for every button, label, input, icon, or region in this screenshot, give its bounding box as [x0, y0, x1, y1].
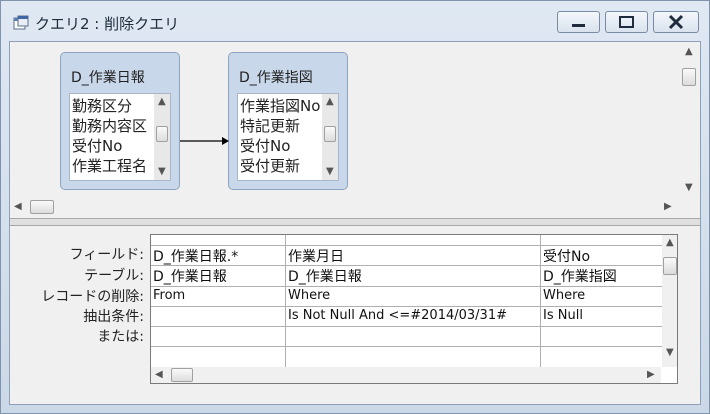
query-icon: [13, 15, 29, 30]
scroll-thumb[interactable]: [682, 68, 696, 86]
row-label-criteria: 抽出条件:: [83, 309, 144, 325]
field-item[interactable]: 勤務内容区: [72, 116, 147, 136]
table-design-pane: D_作業日報 勤務区分 勤務内容区 受付No 作業工程名 ▲ ▼ D_作業指図 …: [10, 42, 700, 218]
grid-cell-criteria[interactable]: Is Not Null And <=#2014/03/31#: [288, 308, 538, 323]
grid-cell-delete[interactable]: From: [153, 288, 283, 303]
table-name: D_作業日報: [71, 70, 145, 86]
grid-horizontal-scrollbar[interactable]: ◀ ▶: [151, 367, 661, 383]
scroll-down-icon[interactable]: ▼: [326, 166, 334, 177]
window-title: クエリ2 : 削除クエリ: [35, 15, 180, 33]
scroll-down-icon[interactable]: ▼: [158, 166, 166, 177]
scroll-thumb[interactable]: [663, 257, 677, 275]
grid-line: [285, 235, 286, 367]
scroll-thumb[interactable]: [156, 126, 168, 142]
row-label-table: テーブル:: [84, 268, 144, 284]
scroll-down-icon[interactable]: ▼: [685, 182, 693, 193]
field-item[interactable]: 受付更新: [240, 156, 300, 176]
minimize-icon: [572, 24, 585, 27]
field-item[interactable]: 作業工程名: [72, 156, 147, 176]
grid-line: [151, 326, 677, 327]
close-icon: [668, 14, 684, 30]
field-list[interactable]: 勤務区分 勤務内容区 受付No 作業工程名 ▲ ▼: [69, 93, 171, 181]
scroll-left-icon[interactable]: ◀: [14, 201, 22, 212]
pane-splitter[interactable]: [10, 218, 700, 226]
field-list-scrollbar[interactable]: ▲ ▼: [154, 94, 170, 180]
field-list-scrollbar[interactable]: ▲ ▼: [322, 94, 338, 180]
query-window: クエリ2 : 削除クエリ D_作業日報 勤務区分 勤務内容区 受付No 作業工程…: [0, 0, 710, 414]
row-label-delete: レコードの削除:: [41, 289, 144, 305]
join-line[interactable]: [180, 136, 230, 146]
scroll-left-icon[interactable]: ◀: [155, 369, 163, 380]
maximize-icon: [619, 16, 634, 28]
scroll-up-icon[interactable]: ▲: [158, 96, 166, 107]
scroll-thumb[interactable]: [324, 126, 336, 142]
scroll-thumb[interactable]: [171, 368, 193, 382]
design-horizontal-scrollbar[interactable]: ◀ ▶: [10, 198, 678, 216]
grid-cell-delete[interactable]: Where: [288, 288, 538, 303]
field-list-d-sagyou-nippou[interactable]: D_作業日報 勤務区分 勤務内容区 受付No 作業工程名 ▲ ▼: [60, 52, 180, 190]
grid-cell-table[interactable]: D_作業日報: [288, 266, 538, 286]
grid-cell-table[interactable]: D_作業日報: [153, 266, 283, 286]
grid-cell-field[interactable]: D_作業日報.*: [153, 246, 283, 266]
grid-cell-delete[interactable]: Where: [543, 288, 661, 303]
scroll-up-icon[interactable]: ▲: [326, 96, 334, 107]
scroll-thumb[interactable]: [30, 200, 54, 214]
grid-vertical-scrollbar[interactable]: ▲ ▼: [662, 235, 677, 367]
row-label-field: フィールド:: [69, 247, 144, 263]
query-designer: D_作業日報 勤務区分 勤務内容区 受付No 作業工程名 ▲ ▼ D_作業指図 …: [9, 41, 701, 405]
grid-cell-field[interactable]: 作業月日: [288, 246, 538, 266]
grid-line: [151, 346, 677, 347]
scroll-up-icon[interactable]: ▲: [666, 237, 674, 248]
grid-cell-field[interactable]: 受付No: [543, 246, 661, 266]
scroll-right-icon[interactable]: ▶: [647, 369, 655, 380]
grid-line: [540, 235, 541, 367]
design-grid: D_作業日報.* 作業月日 受付No D_作業日報 D_作業日報 D_作業指図 …: [150, 234, 678, 384]
scroll-down-icon[interactable]: ▼: [666, 347, 674, 358]
field-list[interactable]: 作業指図No 特記更新 受付No 受付更新 ▲ ▼: [237, 93, 339, 181]
close-button[interactable]: [653, 11, 699, 33]
grid-line: [151, 286, 677, 287]
field-item[interactable]: 作業指図No: [240, 96, 320, 116]
scroll-up-icon[interactable]: ▲: [685, 46, 693, 57]
field-item[interactable]: 受付No: [72, 136, 122, 156]
row-label-or: または:: [97, 329, 144, 345]
field-item[interactable]: 勤務区分: [72, 96, 132, 116]
title-bar[interactable]: クエリ2 : 削除クエリ: [1, 1, 709, 45]
grid-cell-criteria[interactable]: Is Null: [543, 308, 661, 323]
scroll-right-icon[interactable]: ▶: [664, 201, 672, 212]
maximize-button[interactable]: [605, 11, 648, 33]
field-item[interactable]: 受付No: [240, 136, 290, 156]
grid-line: [151, 306, 677, 307]
field-list-d-sagyou-sashizu[interactable]: D_作業指図 作業指図No 特記更新 受付No 受付更新 ▲ ▼: [228, 52, 348, 190]
table-name: D_作業指図: [239, 70, 313, 86]
design-vertical-scrollbar[interactable]: ▲ ▼: [680, 44, 698, 196]
minimize-button[interactable]: [557, 11, 600, 33]
grid-cell-table[interactable]: D_作業指図: [543, 266, 661, 286]
field-item[interactable]: 特記更新: [240, 116, 300, 136]
